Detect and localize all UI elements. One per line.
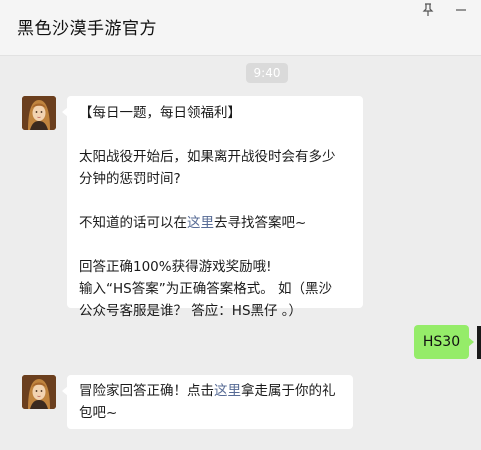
message-text: 拿走属于你的礼 <box>241 383 336 399</box>
message-line: 【每日一题，每日领福利】 <box>79 105 241 121</box>
message-line: 公众号客服是谁？ 答应：HS黑仔 。） <box>79 303 303 319</box>
message-text: 冒险家回答正确！点击 <box>79 383 214 399</box>
incoming-message-bubble[interactable]: 冒险家回答正确！点击这里拿走属于你的礼 包吧~ <box>62 375 353 429</box>
message-line: 回答正确100%获得游戏奖励哦! <box>79 259 272 275</box>
message-timestamp: 9:40 <box>246 63 288 83</box>
self-avatar-edge <box>477 326 481 359</box>
chat-header: 黑色沙漠手游官方 <box>0 0 481 56</box>
chat-title: 黑色沙漠手游官方 <box>17 19 157 39</box>
sender-avatar[interactable] <box>22 375 56 409</box>
message-line: 包吧~ <box>79 405 118 421</box>
message-line: 分钟的惩罚时间? <box>79 171 181 187</box>
here-link[interactable]: 这里 <box>214 383 241 399</box>
message-text: 去寻找答案吧~ <box>214 215 307 231</box>
sender-avatar[interactable] <box>22 96 56 130</box>
here-link[interactable]: 这里 <box>187 215 214 231</box>
message-line: 冒险家回答正确！点击这里拿走属于你的礼 <box>79 380 343 402</box>
minimize-icon[interactable] <box>451 1 471 19</box>
message-line: 太阳战役开始后，如果离开战役时会有多少 <box>79 149 336 165</box>
incoming-message-bubble[interactable]: 【每日一题，每日领福利】 太阳战役开始后，如果离开战役时会有多少 分钟的惩罚时间… <box>62 96 363 319</box>
message-line: 不知道的话可以在这里去寻找答案吧~ <box>79 212 353 234</box>
message-line: 输入“HS答案”为正确答案格式。 如（黑沙 <box>79 281 332 297</box>
message-text: 不知道的话可以在 <box>79 215 187 231</box>
outgoing-message-bubble[interactable]: HS30 <box>414 325 474 359</box>
pin-icon[interactable] <box>418 1 438 19</box>
